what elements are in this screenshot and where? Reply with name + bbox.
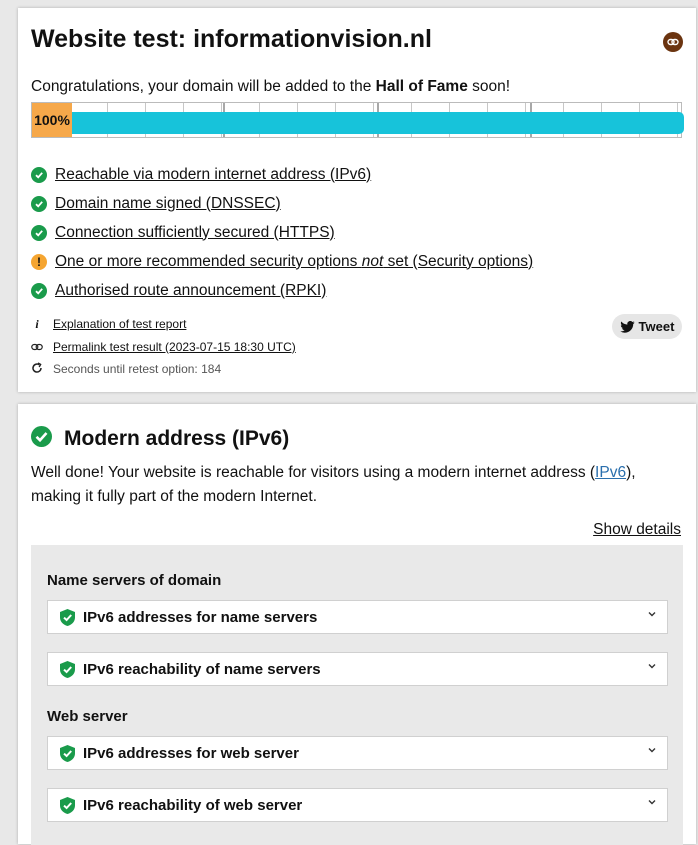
description-prefix: Well done! Your website is reachable for… <box>31 464 596 481</box>
explanation-link[interactable]: Explanation of test report <box>53 317 186 331</box>
check-circle-icon <box>31 426 52 452</box>
chevron-down-icon <box>648 800 656 805</box>
check-icon <box>31 166 47 183</box>
page-title: Website test: informationvision.nl <box>31 25 432 53</box>
details-panel: Name servers of domain IPv6 addresses fo… <box>31 545 683 845</box>
permalink-row: Permalink test result (2023-07-15 18:30 … <box>31 336 296 359</box>
accordion-label: IPv6 reachability of name servers <box>83 660 321 678</box>
ipv6-description: Well done! Your website is reachable for… <box>31 461 681 509</box>
twitter-icon <box>619 320 635 333</box>
chevron-down-icon <box>648 664 656 669</box>
result-security-options: ! One or more recommended security optio… <box>31 247 533 276</box>
warning-icon: ! <box>31 253 47 270</box>
check-icon <box>31 282 47 299</box>
retest-row: Seconds until retest option: 184 <box>31 358 296 381</box>
explanation-row: i Explanation of test report <box>31 313 296 336</box>
check-icon <box>31 224 47 241</box>
chevron-down-icon <box>648 748 656 753</box>
accordion-label: IPv6 addresses for name servers <box>83 608 318 626</box>
result-label-pre: One or more recommended security options <box>55 252 362 270</box>
tweet-label: Tweet <box>638 319 675 334</box>
retest-countdown: Seconds until retest option: 184 <box>53 362 222 377</box>
congrats-prefix: Congratulations, your domain will be add… <box>31 78 376 95</box>
result-ipv6: Reachable via modern internet address (I… <box>31 160 533 189</box>
accordion-item[interactable]: IPv6 addresses for web server <box>47 736 668 770</box>
result-label-post: set (Security options) <box>383 252 534 270</box>
test-report-card: Website test: informationvision.nl Congr… <box>18 8 696 392</box>
shield-check-icon <box>60 608 75 626</box>
tweet-button[interactable]: Tweet <box>612 314 682 339</box>
result-link-dnssec[interactable]: Domain name signed (DNSSEC) <box>55 195 281 213</box>
accordion-item[interactable]: IPv6 reachability of name servers <box>47 652 668 686</box>
accordion-label: IPv6 reachability of web server <box>83 796 303 814</box>
section-title: Modern address (IPv6) <box>64 427 290 450</box>
link-icon <box>31 340 43 354</box>
ipv6-header: Modern address (IPv6) <box>31 426 289 452</box>
ipv6-section: Modern address (IPv6) Well done! Your we… <box>18 404 696 845</box>
accordion-label: IPv6 addresses for web server <box>83 744 299 762</box>
accordion-item[interactable]: IPv6 addresses for name servers <box>47 600 668 634</box>
check-icon <box>31 195 47 212</box>
refresh-icon <box>31 362 43 377</box>
show-details-button[interactable]: Show details <box>593 521 681 539</box>
group-label-name-servers: Name servers of domain <box>47 572 222 589</box>
congrats-message: Congratulations, your domain will be add… <box>31 78 510 96</box>
result-link-rpki[interactable]: Authorised route announcement (RPKI) <box>55 282 326 300</box>
result-rpki: Authorised route announcement (RPKI) <box>31 276 533 305</box>
info-icon: i <box>35 316 39 331</box>
permalink-icon[interactable] <box>663 32 683 52</box>
chevron-down-icon <box>648 612 656 617</box>
permalink-link[interactable]: Permalink test result (2023-07-15 18:30 … <box>53 340 296 354</box>
progress-fill <box>72 112 684 134</box>
hall-of-fame-text: Hall of Fame <box>375 78 468 95</box>
result-link-ipv6[interactable]: Reachable via modern internet address (I… <box>55 166 371 184</box>
group-label-web-server: Web server <box>47 708 128 725</box>
result-https: Connection sufficiently secured (HTTPS) <box>31 218 533 247</box>
result-link-security-options[interactable]: One or more recommended security options… <box>55 253 533 271</box>
shield-check-icon <box>60 660 75 678</box>
shield-check-icon <box>60 796 75 814</box>
accordion-item[interactable]: IPv6 reachability of web server <box>47 788 668 822</box>
result-dnssec: Domain name signed (DNSSEC) <box>31 189 533 218</box>
congrats-suffix: soon! <box>467 78 511 95</box>
result-label-emphasis: not <box>361 252 384 270</box>
report-meta: i Explanation of test report Permalink t… <box>31 313 296 381</box>
test-results-list: Reachable via modern internet address (I… <box>31 160 533 305</box>
ipv6-info-link[interactable]: IPv6 <box>595 464 626 481</box>
shield-check-icon <box>60 744 75 762</box>
progress-percentage: 100% <box>32 103 72 137</box>
result-link-https[interactable]: Connection sufficiently secured (HTTPS) <box>55 224 335 242</box>
score-progress-bar: 100% <box>31 102 684 138</box>
